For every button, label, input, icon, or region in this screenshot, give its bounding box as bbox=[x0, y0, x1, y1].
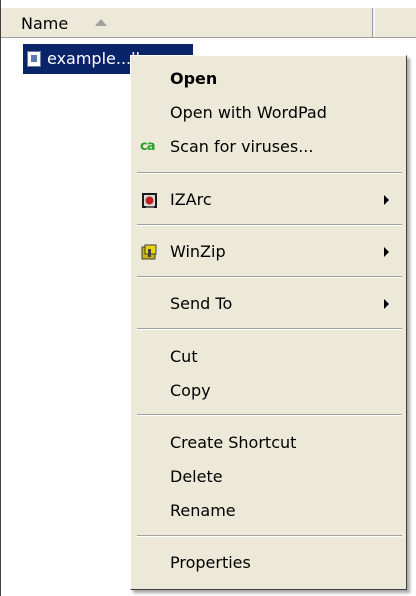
menu-item-copy[interactable]: Copy bbox=[131, 376, 406, 406]
menu-item-label: Open with WordPad bbox=[170, 103, 327, 122]
menu-separator bbox=[137, 414, 402, 416]
name-column-label: Name bbox=[21, 14, 69, 33]
menu-item-label: IZArc bbox=[170, 190, 212, 209]
menu-separator bbox=[137, 276, 402, 278]
antivirus-icon: ca bbox=[140, 139, 156, 154]
menu-item-label: Rename bbox=[170, 501, 236, 520]
menu-separator bbox=[137, 224, 402, 226]
menu-item-izarc[interactable]: IZArc bbox=[131, 185, 406, 215]
menu-separator bbox=[137, 535, 402, 537]
menu-item-delete[interactable]: Delete bbox=[131, 462, 406, 492]
menu-item-label: Create Shortcut bbox=[170, 433, 297, 452]
winzip-icon bbox=[141, 244, 157, 260]
menu-item-scan-for-viruses[interactable]: ca Scan for viruses... bbox=[131, 132, 406, 162]
menu-item-label: Delete bbox=[170, 467, 223, 486]
menu-item-label: Scan for viruses... bbox=[170, 137, 314, 156]
submenu-arrow-icon bbox=[384, 299, 389, 309]
menu-separator bbox=[137, 328, 402, 330]
menu-item-winzip[interactable]: WinZip bbox=[131, 237, 406, 267]
menu-item-send-to[interactable]: Send To bbox=[131, 289, 406, 319]
column-divider[interactable] bbox=[374, 8, 377, 37]
menu-item-open-with-wordpad[interactable]: Open with WordPad bbox=[131, 98, 406, 128]
menu-item-label: Copy bbox=[170, 381, 211, 400]
izarc-icon bbox=[142, 193, 157, 208]
menu-item-label: WinZip bbox=[170, 242, 226, 261]
context-menu: Open Open with WordPad ca Scan for virus… bbox=[130, 55, 407, 590]
menu-item-rename[interactable]: Rename bbox=[131, 496, 406, 526]
menu-item-label: Send To bbox=[170, 294, 233, 313]
sort-ascending-icon bbox=[95, 19, 107, 26]
menu-item-properties[interactable]: Properties bbox=[131, 548, 406, 578]
name-column-header[interactable]: Name bbox=[1, 8, 373, 37]
menu-item-label: Cut bbox=[170, 347, 198, 366]
submenu-arrow-icon bbox=[384, 247, 389, 257]
menu-item-create-shortcut[interactable]: Create Shortcut bbox=[131, 428, 406, 458]
document-icon bbox=[27, 51, 41, 67]
column-header-bar: Name bbox=[1, 8, 416, 38]
menu-separator bbox=[137, 172, 402, 174]
menu-item-cut[interactable]: Cut bbox=[131, 342, 406, 372]
menu-item-label: Open bbox=[170, 69, 218, 88]
menu-item-open[interactable]: Open bbox=[131, 64, 406, 94]
menu-item-label: Properties bbox=[170, 553, 251, 572]
submenu-arrow-icon bbox=[384, 195, 389, 205]
